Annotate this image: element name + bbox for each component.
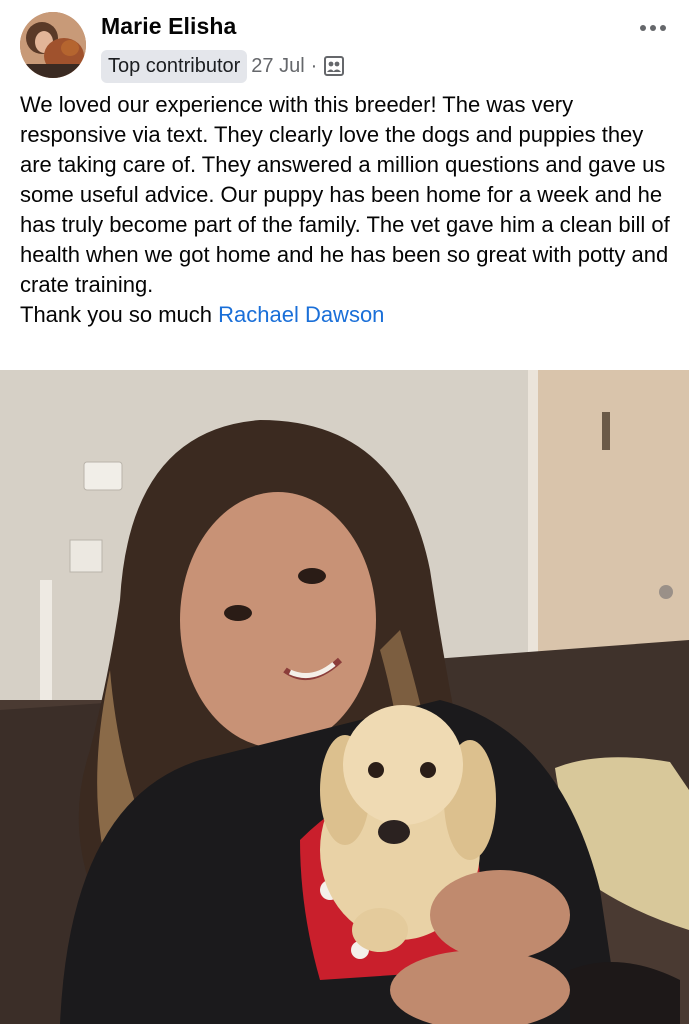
thanks-text: Thank you so much xyxy=(20,302,219,327)
post-photo[interactable] xyxy=(0,370,689,1024)
group-members-icon xyxy=(323,55,345,77)
more-options-button[interactable] xyxy=(637,14,669,42)
author-avatar[interactable] xyxy=(20,12,86,78)
post-thanks-line: Thank you so much Rachael Dawson xyxy=(20,300,680,330)
more-options-icon xyxy=(640,25,666,31)
post-meta: Top contributor 27 Jul · xyxy=(101,49,345,83)
post-header: Marie Elisha Top contributor 27 Jul · xyxy=(0,0,689,90)
mention-link[interactable]: Rachael Dawson xyxy=(218,302,384,327)
post-body-text: We loved our experience with this breede… xyxy=(20,92,670,297)
post-date[interactable]: 27 Jul xyxy=(251,55,304,78)
top-contributor-badge[interactable]: Top contributor xyxy=(101,49,248,83)
post-body: We loved our experience with this breede… xyxy=(20,90,680,330)
meta-separator: · xyxy=(310,54,318,77)
author-name[interactable]: Marie Elisha xyxy=(101,13,236,40)
